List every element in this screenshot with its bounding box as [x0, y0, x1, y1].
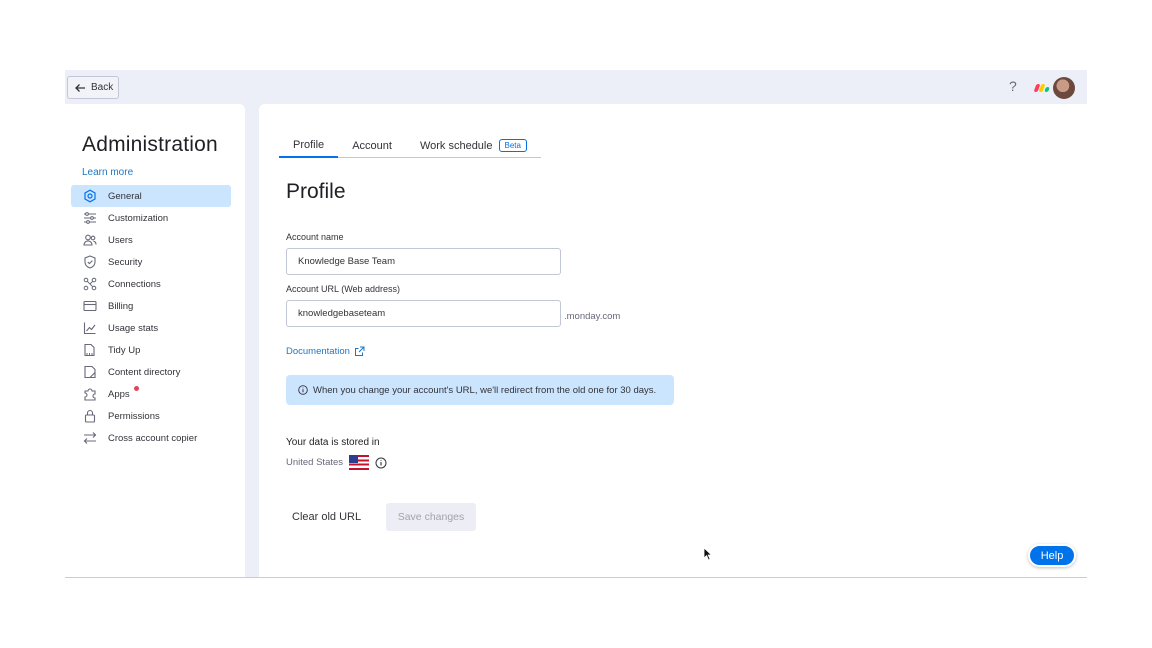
- arrows-swap-icon: [83, 432, 97, 444]
- admin-sidebar: Administration Learn more General Custom…: [65, 104, 245, 577]
- account-url-label: Account URL (Web address): [286, 284, 401, 294]
- admin-nav: General Customization Users Security Con…: [71, 185, 231, 449]
- back-button[interactable]: Back: [67, 76, 119, 99]
- notification-dot: [134, 386, 139, 391]
- data-region: United States: [286, 455, 387, 470]
- connections-icon: [83, 277, 97, 291]
- sidebar-item-label: Cross account copier: [108, 432, 198, 444]
- sidebar-item-general[interactable]: General: [71, 185, 231, 207]
- sidebar-item-security[interactable]: Security: [71, 251, 231, 273]
- page-title: Profile: [286, 180, 346, 203]
- arrow-left-icon: [75, 83, 85, 92]
- shield-icon: [84, 255, 96, 269]
- sidebar-item-label: Permissions: [108, 410, 160, 422]
- puzzle-icon: [84, 388, 96, 401]
- info-message: When you change your account's URL, we'l…: [313, 384, 657, 396]
- main-content: Profile Account Work schedule Beta Profi…: [259, 104, 1087, 577]
- sidebar-item-label: Billing: [108, 300, 134, 312]
- documentation-label: Documentation: [286, 346, 350, 357]
- lock-icon: [84, 409, 96, 423]
- sidebar-item-usage-stats[interactable]: Usage stats: [71, 317, 231, 339]
- sidebar-item-billing[interactable]: Billing: [71, 295, 231, 317]
- admin-title: Administration: [82, 133, 218, 156]
- beta-badge: Beta: [498, 139, 527, 152]
- account-url-input[interactable]: knowledgebaseteam: [286, 300, 561, 327]
- sidebar-item-tidy-up[interactable]: Tidy Up: [71, 339, 231, 361]
- tab-work-schedule[interactable]: Work schedule Beta: [406, 134, 541, 157]
- region-label: United States: [286, 457, 344, 468]
- account-name-label: Account name: [286, 232, 344, 242]
- save-changes-button[interactable]: Save changes: [386, 503, 476, 531]
- back-label: Back: [91, 82, 114, 93]
- account-name-input[interactable]: Knowledge Base Team: [286, 248, 561, 275]
- credit-card-icon: [83, 300, 97, 312]
- sidebar-item-label: Security: [108, 256, 143, 268]
- sidebar-item-label: Connections: [108, 278, 161, 290]
- documentation-link[interactable]: Documentation: [286, 346, 365, 357]
- top-bar: Back ?: [65, 70, 1087, 104]
- sidebar-item-cross-account-copier[interactable]: Cross account copier: [71, 427, 231, 449]
- sidebar-item-label: Customization: [108, 212, 169, 224]
- sidebar-item-label: Users: [108, 234, 133, 246]
- sidebar-item-label: Usage stats: [108, 322, 159, 334]
- sidebar-item-permissions[interactable]: Permissions: [71, 405, 231, 427]
- learn-more-link[interactable]: Learn more: [82, 167, 133, 178]
- app-window: Back ? Administration Learn more General…: [65, 70, 1087, 578]
- chart-icon: [83, 322, 96, 335]
- tab-label: Work schedule: [419, 139, 493, 152]
- data-storage-title: Your data is stored in: [286, 437, 380, 448]
- external-link-icon: [354, 346, 365, 356]
- sliders-icon: [84, 212, 96, 224]
- url-info-banner: When you change your account's URL, we'l…: [286, 375, 674, 405]
- sidebar-item-label: Content directory: [108, 366, 181, 378]
- sidebar-item-label: Tidy Up: [108, 344, 141, 356]
- url-suffix: .monday.com: [564, 311, 621, 322]
- tab-label: Account: [352, 139, 392, 152]
- info-icon: [298, 385, 308, 395]
- tab-label: Profile: [293, 139, 325, 151]
- sidebar-item-connections[interactable]: Connections: [71, 273, 231, 295]
- tab-bar: Profile Account Work schedule Beta: [279, 134, 541, 158]
- info-icon[interactable]: [375, 457, 387, 469]
- tab-account[interactable]: Account: [338, 134, 406, 157]
- broom-icon: [84, 343, 95, 357]
- help-question-icon[interactable]: ?: [1009, 78, 1017, 94]
- sidebar-item-label: Apps: [108, 388, 130, 400]
- account-menu[interactable]: [1033, 76, 1085, 100]
- clear-old-url-button[interactable]: Clear old URL: [292, 505, 361, 529]
- users-icon: [83, 234, 97, 246]
- document-icon: [84, 365, 96, 379]
- us-flag-icon: [349, 455, 370, 470]
- tab-profile[interactable]: Profile: [279, 134, 339, 158]
- help-button[interactable]: Help: [1028, 544, 1076, 567]
- sidebar-item-apps[interactable]: Apps: [71, 383, 231, 405]
- sidebar-item-label: General: [108, 190, 142, 202]
- mouse-cursor-icon: [703, 547, 713, 561]
- sidebar-item-content-directory[interactable]: Content directory: [71, 361, 231, 383]
- avatar[interactable]: [1053, 77, 1075, 99]
- monday-logo-icon: [1033, 84, 1050, 92]
- sidebar-item-customization[interactable]: Customization: [71, 207, 231, 229]
- gear-icon: [84, 189, 96, 203]
- sidebar-item-users[interactable]: Users: [71, 229, 231, 251]
